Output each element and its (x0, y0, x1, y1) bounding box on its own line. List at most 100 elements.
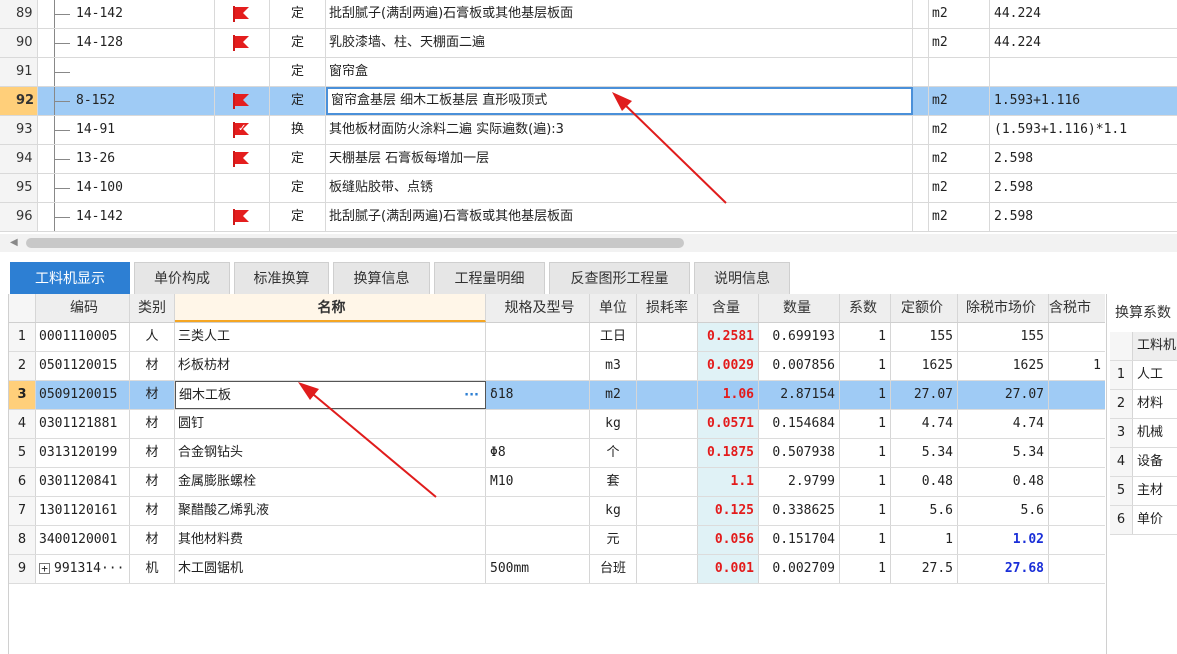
flag-checked-icon[interactable]: ✓ (233, 122, 249, 138)
resource-tax-price[interactable] (1049, 439, 1105, 467)
resource-market-price[interactable]: 155 (958, 323, 1049, 351)
flag-icon[interactable] (233, 151, 249, 167)
item-name[interactable]: 窗帘盒 (326, 58, 913, 86)
resource-category[interactable]: 材 (130, 381, 175, 409)
scroll-left-icon[interactable]: ◀ (10, 237, 18, 248)
item-name[interactable]: 批刮腻子(满刮两遍)石膏板或其他基层板面 (326, 0, 913, 28)
item-quantity-expression[interactable]: (1.593+1.116)*1.1 (990, 116, 1177, 144)
sub-item-row[interactable]: 90 14-128 定乳胶漆墙、柱、天棚面二遍 m2 44.224 (0, 29, 1177, 58)
resource-loss-rate[interactable] (637, 381, 698, 409)
item-name[interactable]: 窗帘盒基层 细木工板基层 直形吸顶式 (326, 87, 913, 115)
conversion-row[interactable]: 2 材料 (1110, 390, 1177, 419)
row-index[interactable]: 9 (9, 555, 36, 583)
resource-coefficient[interactable]: 1 (840, 497, 891, 525)
item-unit[interactable]: m2 (929, 0, 990, 28)
resource-unit[interactable]: 元 (590, 526, 637, 554)
resource-spec[interactable] (486, 352, 590, 380)
resource-content[interactable]: 0.0571 (698, 410, 759, 438)
resource-tax-price[interactable] (1049, 381, 1105, 409)
blank-cell[interactable] (913, 29, 929, 57)
resource-code-cell[interactable]: 3400120001 (36, 526, 130, 554)
resource-code-cell[interactable]: 0509120015 (36, 381, 130, 409)
resource-quota-price[interactable]: 0.48 (891, 468, 958, 496)
resource-code-cell[interactable]: 0501120015 (36, 352, 130, 380)
header-tax-price[interactable]: 含税市 (1049, 294, 1105, 322)
item-quantity-expression[interactable]: 1.593+1.116 (990, 87, 1177, 115)
resource-coefficient[interactable]: 1 (840, 352, 891, 380)
resource-category[interactable]: 材 (130, 468, 175, 496)
resource-coefficient[interactable]: 1 (840, 555, 891, 583)
flag-icon[interactable] (233, 6, 249, 22)
resource-tax-price[interactable] (1049, 497, 1105, 525)
resource-content[interactable]: 1.1 (698, 468, 759, 496)
resource-tax-price[interactable] (1049, 410, 1105, 438)
resource-name-cell[interactable]: 其他材料费 (175, 526, 486, 554)
row-number[interactable]: 90 (0, 29, 38, 57)
resource-coefficient[interactable]: 1 (840, 468, 891, 496)
resource-quota-price[interactable]: 27.07 (891, 381, 958, 409)
tab-4[interactable]: 换算信息 (333, 262, 430, 294)
resource-unit[interactable]: kg (590, 410, 637, 438)
resource-name-cell[interactable]: 木工圆锯机 (175, 555, 486, 583)
flag-icon[interactable] (233, 209, 249, 225)
sub-item-row[interactable]: 96 14-142 定批刮腻子(满刮两遍)石膏板或其他基层板面 m2 2.598 (0, 203, 1177, 232)
item-type[interactable]: 定 (270, 203, 326, 231)
resource-code-cell[interactable]: +991314··· (36, 555, 130, 583)
header-content[interactable]: 含量 (698, 294, 759, 322)
header-loss-rate[interactable]: 损耗率 (637, 294, 698, 322)
item-name[interactable]: 批刮腻子(满刮两遍)石膏板或其他基层板面 (326, 203, 913, 231)
blank-cell[interactable] (913, 87, 929, 115)
item-quantity-expression[interactable]: 44.224 (990, 29, 1177, 57)
row-number[interactable]: 95 (0, 174, 38, 202)
conversion-row[interactable]: 5 主材 (1110, 477, 1177, 506)
resource-category[interactable]: 材 (130, 352, 175, 380)
resource-row[interactable]: 3 0509120015 材细木工板 ··· δ18 m2 1.06 2.87154 1 27.0… (9, 381, 1105, 410)
header-quantity[interactable]: 数量 (759, 294, 840, 322)
item-unit[interactable] (929, 58, 990, 86)
flag-cell[interactable] (215, 203, 270, 231)
resource-tax-price[interactable] (1049, 468, 1105, 496)
resource-category[interactable]: 材 (130, 439, 175, 467)
item-type[interactable]: 定 (270, 0, 326, 28)
item-type[interactable]: 定 (270, 87, 326, 115)
flag-cell[interactable] (215, 174, 270, 202)
resource-spec[interactable]: M10 (486, 468, 590, 496)
resource-loss-rate[interactable] (637, 497, 698, 525)
header-unit[interactable]: 单位 (590, 294, 637, 322)
item-type[interactable]: 定 (270, 58, 326, 86)
row-number[interactable]: 93 (0, 116, 38, 144)
item-name[interactable]: 板缝贴胶带、点锈 (326, 174, 913, 202)
resource-row[interactable]: 5 0313120199 材合金钢钻头 Φ8 个 0.1875 0.507938 1 5.34 5… (9, 439, 1105, 468)
flag-cell[interactable] (215, 87, 270, 115)
item-code-cell[interactable]: 14-142 (38, 203, 215, 231)
header-coefficient[interactable]: 系数 (840, 294, 891, 322)
resource-row[interactable]: 8 3400120001 材其他材料费元 0.056 0.151704 1 1 1.02 (9, 526, 1105, 555)
sub-item-row[interactable]: 94 13-26 定天棚基层 石膏板每增加一层 m2 2.598 (0, 145, 1177, 174)
tab-6[interactable]: 反查图形工程量 (549, 262, 690, 294)
item-unit[interactable]: m2 (929, 87, 990, 115)
item-quantity-expression[interactable]: 2.598 (990, 174, 1177, 202)
item-unit[interactable]: m2 (929, 116, 990, 144)
row-index[interactable]: 5 (9, 439, 36, 467)
resource-row[interactable]: 7 1301120161 材聚醋酸乙烯乳液 kg 0.125 0.338625 1 5.6 5.… (9, 497, 1105, 526)
conversion-row[interactable]: 4 设备 (1110, 448, 1177, 477)
resource-market-price[interactable]: 5.34 (958, 439, 1049, 467)
resource-tax-price[interactable] (1049, 526, 1105, 554)
blank-cell[interactable] (913, 145, 929, 173)
item-name[interactable]: 天棚基层 石膏板每增加一层 (326, 145, 913, 173)
row-index[interactable]: 4 (9, 410, 36, 438)
resource-row[interactable]: 2 0501120015 材杉板枋材 m3 0.0029 0.007856 1 1625 162… (9, 352, 1105, 381)
resource-tax-price[interactable] (1049, 555, 1105, 583)
resource-name-cell[interactable]: 三类人工 (175, 323, 486, 351)
resource-row[interactable]: 1 0001110005 人三类人工 工日 0.2581 0.699193 1 155 155 (9, 323, 1105, 352)
tab-5[interactable]: 工程量明细 (434, 262, 545, 294)
resource-name-cell[interactable]: 圆钉 (175, 410, 486, 438)
resource-loss-rate[interactable] (637, 352, 698, 380)
resource-content[interactable]: 0.056 (698, 526, 759, 554)
resource-tax-price[interactable]: 1 (1049, 352, 1105, 380)
resource-name-cell[interactable]: 细木工板 ··· (175, 381, 486, 409)
item-code-cell[interactable]: 14-100 (38, 174, 215, 202)
item-quantity-expression[interactable]: 2.598 (990, 203, 1177, 231)
resource-quota-price[interactable]: 5.34 (891, 439, 958, 467)
tab-7[interactable]: 说明信息 (694, 262, 790, 294)
